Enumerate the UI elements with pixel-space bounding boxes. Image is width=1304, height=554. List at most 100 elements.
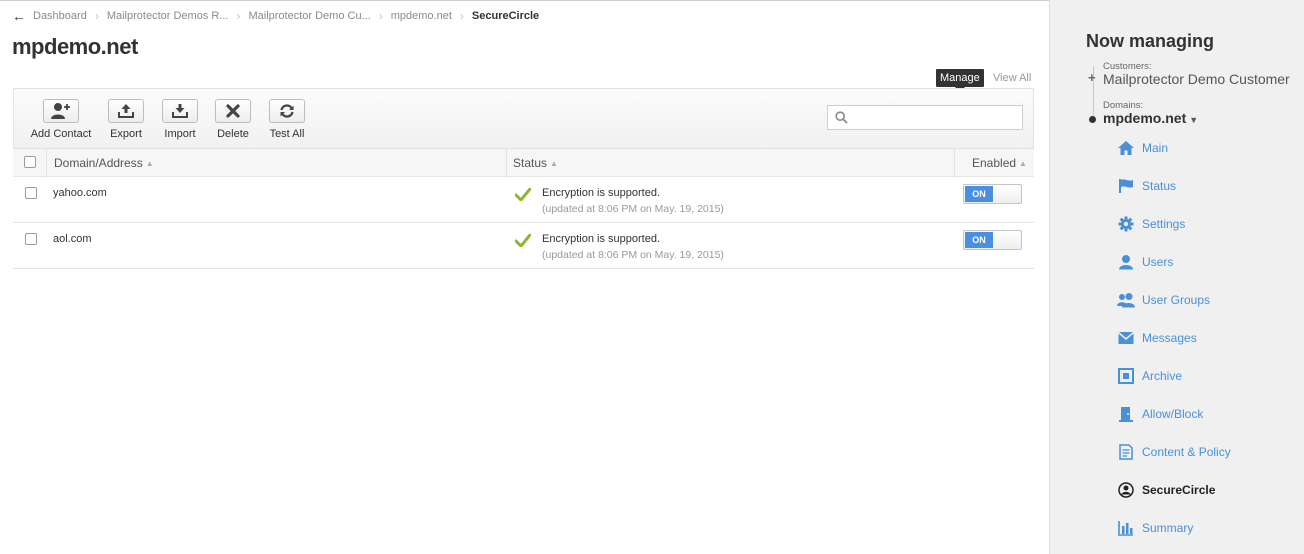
breadcrumb-separator-icon: › bbox=[94, 9, 99, 23]
delete-button[interactable]: Delete bbox=[213, 99, 253, 140]
gear-icon bbox=[1117, 215, 1135, 233]
nav-users[interactable]: Users bbox=[1117, 252, 1173, 272]
nav-summary[interactable]: Summary bbox=[1117, 518, 1193, 538]
breadcrumb-domain[interactable]: mpdemo.net bbox=[391, 10, 452, 22]
nav-main[interactable]: Main bbox=[1117, 138, 1168, 158]
enabled-toggle[interactable]: ON bbox=[963, 184, 1022, 204]
row-status-updated: (updated at 8:06 PM on May. 19, 2015) bbox=[542, 249, 724, 261]
nav-summary-label: Summary bbox=[1142, 521, 1194, 535]
customer-name-link[interactable]: Mailprotector Demo Customer bbox=[1103, 71, 1290, 87]
row-status: Encryption is supported. bbox=[542, 233, 661, 245]
refresh-icon bbox=[269, 99, 305, 123]
test-all-label: Test All bbox=[269, 128, 305, 140]
nav-content-policy[interactable]: Content & Policy bbox=[1117, 442, 1231, 462]
main-content: ← Dashboard › Mailprotector Demos R... ›… bbox=[0, 0, 1049, 554]
nav-allow-block-label: Allow/Block bbox=[1142, 407, 1204, 421]
table-row: yahoo.com Encryption is supported. (upda… bbox=[13, 177, 1034, 223]
plus-icon[interactable]: + bbox=[1088, 70, 1096, 85]
breadcrumb-separator-icon: › bbox=[236, 9, 241, 23]
column-header-status[interactable]: Status ▲︎ bbox=[513, 156, 558, 170]
view-all-link[interactable]: View All bbox=[993, 72, 1031, 84]
sort-icon: ▲︎ bbox=[1019, 159, 1027, 168]
column-divider bbox=[46, 149, 47, 177]
breadcrumb-customer[interactable]: Mailprotector Demo Cu... bbox=[248, 10, 370, 22]
nav-securecircle[interactable]: SecureCircle bbox=[1117, 480, 1215, 500]
breadcrumb-separator-icon: › bbox=[459, 9, 464, 23]
domain-selector[interactable]: mpdemo.net ▼ bbox=[1103, 110, 1198, 126]
breadcrumb-reseller[interactable]: Mailprotector Demos R... bbox=[107, 10, 229, 22]
add-contact-icon bbox=[43, 99, 79, 123]
nav-settings[interactable]: Settings bbox=[1117, 214, 1185, 234]
bullet-icon bbox=[1089, 116, 1096, 123]
toolbar: Add Contact Export Import Delete Test Al… bbox=[13, 88, 1034, 148]
column-header-enabled[interactable]: Enabled ▲︎ bbox=[972, 156, 1027, 170]
enabled-toggle[interactable]: ON bbox=[963, 230, 1022, 250]
add-contact-button[interactable]: Add Contact bbox=[30, 99, 92, 140]
column-header-status-label: Status bbox=[513, 156, 548, 170]
nav-securecircle-label: SecureCircle bbox=[1142, 483, 1216, 497]
nav-content-policy-label: Content & Policy bbox=[1142, 445, 1231, 459]
nav-messages[interactable]: Messages bbox=[1117, 328, 1197, 348]
import-label: Import bbox=[164, 128, 196, 140]
column-header-domain[interactable]: Domain/Address ▲︎ bbox=[54, 156, 154, 170]
archive-icon bbox=[1117, 367, 1135, 385]
nav-user-groups-label: User Groups bbox=[1142, 293, 1211, 307]
managing-panel: Now managing Customers: + Mailprotector … bbox=[1049, 0, 1304, 554]
export-button[interactable]: Export bbox=[106, 99, 146, 140]
checkmark-icon bbox=[514, 187, 532, 206]
select-all-checkbox[interactable] bbox=[24, 156, 36, 168]
nav-user-groups[interactable]: User Groups bbox=[1117, 290, 1210, 310]
toggle-on-label: ON bbox=[965, 186, 993, 202]
nav-status[interactable]: Status bbox=[1117, 176, 1176, 196]
table-row: aol.com Encryption is supported. (update… bbox=[13, 223, 1034, 269]
nav-archive[interactable]: Archive bbox=[1117, 366, 1182, 386]
manage-tooltip: Manage bbox=[936, 69, 984, 92]
breadcrumb: ← Dashboard › Mailprotector Demos R... ›… bbox=[12, 8, 539, 24]
user-icon bbox=[1117, 253, 1135, 271]
nav-settings-label: Settings bbox=[1142, 217, 1186, 231]
delete-label: Delete bbox=[217, 128, 249, 140]
sort-icon: ▲︎ bbox=[550, 159, 558, 168]
row-domain: aol.com bbox=[53, 233, 92, 245]
import-button[interactable]: Import bbox=[159, 99, 201, 140]
import-icon bbox=[162, 99, 198, 123]
caret-down-icon: ▼ bbox=[1189, 115, 1199, 125]
breadcrumb-dashboard[interactable]: Dashboard bbox=[33, 10, 87, 22]
nav-messages-label: Messages bbox=[1142, 331, 1197, 345]
search-icon bbox=[835, 111, 848, 129]
column-divider bbox=[506, 149, 507, 177]
row-domain: yahoo.com bbox=[53, 187, 107, 199]
flag-icon bbox=[1117, 177, 1135, 195]
nav-users-label: Users bbox=[1142, 255, 1174, 269]
document-icon bbox=[1117, 443, 1135, 461]
door-icon bbox=[1117, 405, 1135, 423]
breadcrumb-current: SecureCircle bbox=[471, 10, 540, 22]
bar-chart-icon bbox=[1117, 519, 1135, 537]
export-label: Export bbox=[110, 128, 142, 140]
securecircle-icon bbox=[1117, 481, 1135, 499]
toggle-on-label: ON bbox=[965, 232, 993, 248]
delete-icon bbox=[215, 99, 251, 123]
page-title: mpdemo.net bbox=[12, 34, 138, 59]
nav-status-label: Status bbox=[1142, 179, 1177, 193]
column-header-enabled-label: Enabled bbox=[972, 156, 1017, 170]
row-status: Encryption is supported. bbox=[542, 187, 661, 199]
user-groups-icon bbox=[1117, 291, 1135, 309]
sort-icon: ▲︎ bbox=[145, 159, 154, 168]
table-header: Domain/Address ▲︎ Status ▲︎ Enabled ▲︎ bbox=[13, 148, 1034, 177]
envelope-icon bbox=[1117, 329, 1135, 347]
breadcrumb-separator-icon: › bbox=[378, 9, 383, 23]
search-input[interactable] bbox=[827, 105, 1023, 130]
row-status-updated: (updated at 8:06 PM on May. 19, 2015) bbox=[542, 203, 724, 215]
nav-archive-label: Archive bbox=[1142, 369, 1183, 383]
column-header-domain-label: Domain/Address bbox=[54, 156, 143, 170]
row-checkbox[interactable] bbox=[25, 233, 37, 245]
nav-main-label: Main bbox=[1142, 141, 1169, 155]
column-divider bbox=[954, 149, 955, 177]
row-checkbox[interactable] bbox=[25, 187, 37, 199]
test-all-button[interactable]: Test All bbox=[267, 99, 307, 140]
back-arrow-icon[interactable]: ← bbox=[12, 9, 26, 23]
nav-allow-block[interactable]: Allow/Block bbox=[1117, 404, 1203, 424]
domain-name: mpdemo.net bbox=[1103, 110, 1187, 126]
checkmark-icon bbox=[514, 233, 532, 252]
